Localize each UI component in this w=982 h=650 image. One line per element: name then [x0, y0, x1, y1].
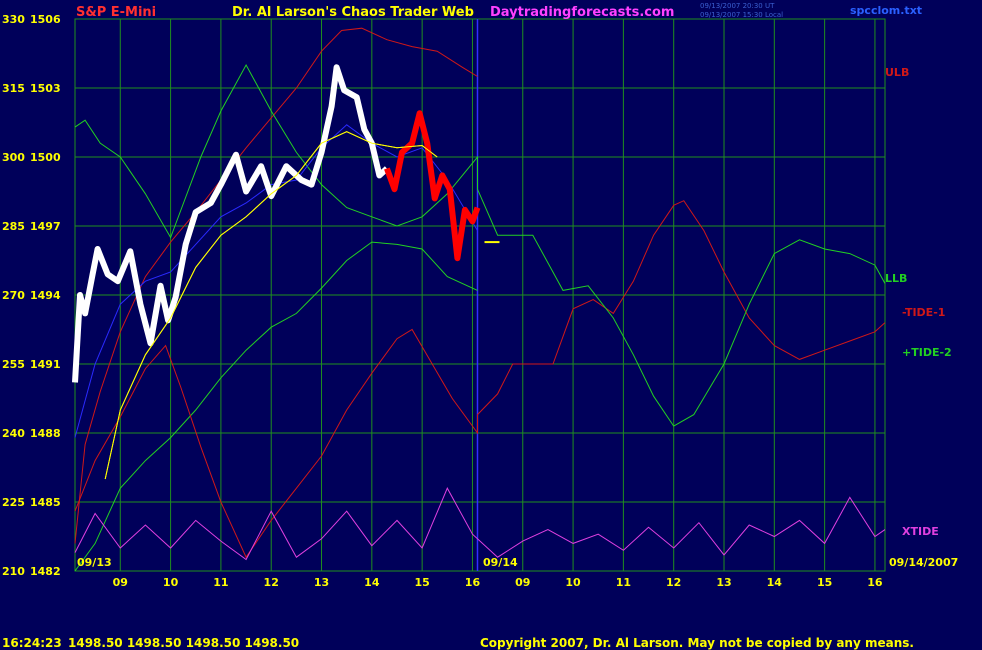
x-tick: 12: [666, 576, 681, 589]
symbol-title: S&P E-Mini: [76, 5, 157, 20]
y-tick-right: 1491: [30, 358, 61, 371]
copyright: Copyright 2007, Dr. Al Larson. May not b…: [480, 636, 914, 650]
y-tick-left: 285: [2, 220, 25, 233]
quote-time: 16:24:23: [2, 636, 62, 650]
y-tick-left: 330: [2, 13, 25, 26]
x-tick: 10: [163, 576, 179, 589]
grid: [74, 18, 886, 572]
series-label-tide2: +TIDE-2: [902, 346, 952, 359]
y-tick-left: 315: [2, 82, 25, 95]
series-line-3: [74, 63, 886, 427]
quote-values: 1498.50 1498.50 1498.50 1498.50: [68, 636, 300, 650]
price-bars: [72, 64, 500, 480]
x-tick: 11: [213, 576, 228, 589]
series-layer: [74, 27, 886, 572]
y-tick-right: 1503: [30, 82, 61, 95]
y-tick-right: 1482: [30, 565, 61, 578]
y-tick-left: 270: [2, 289, 25, 302]
y-tick-right: 1506: [30, 13, 61, 26]
site-link[interactable]: Daytradingforecasts.com: [490, 5, 674, 20]
x-tick: 16: [867, 576, 883, 589]
x-tick: 12: [264, 576, 279, 589]
y-tick-left: 210: [2, 565, 25, 578]
price-line-red: [384, 110, 481, 262]
series-label-tide1: -TIDE-1: [902, 306, 945, 319]
x-tick: 09: [515, 576, 530, 589]
series-line-4: [74, 487, 886, 561]
series-label-ulb: ULB: [885, 66, 909, 79]
y-tick-right: 1488: [30, 427, 61, 440]
x-tick: 15: [414, 576, 429, 589]
x-tick: 16: [465, 576, 481, 589]
date-label-start: 09/13: [77, 556, 112, 569]
x-tick: 13: [716, 576, 731, 589]
y-tick-left: 225: [2, 496, 25, 509]
date-label-end: 09/14/2007: [889, 556, 958, 569]
data-file-name: spcclom.txt: [850, 4, 923, 17]
x-tick: 13: [314, 576, 329, 589]
x-tick: 09: [113, 576, 128, 589]
y-tick-left: 240: [2, 427, 25, 440]
x-tick: 15: [817, 576, 832, 589]
y-tick-right: 1485: [30, 496, 61, 509]
y-tick-right: 1500: [30, 151, 61, 164]
timestamp-local: 09/13/2007 15:30 Local: [700, 11, 784, 19]
y-tick-left: 255: [2, 358, 25, 371]
x-tick: 10: [565, 576, 581, 589]
x-tick: 14: [364, 576, 380, 589]
x-tick: 11: [616, 576, 631, 589]
series-label-xtide: XTIDE: [902, 525, 939, 538]
series-line-2: [74, 200, 886, 559]
chart: 330 1506 315 1503 300 1500 285 1497 270 1494 255 14…: [2, 13, 958, 589]
y-tick-left: 300: [2, 151, 25, 164]
chart-title: Dr. Al Larson's Chaos Trader Web: [232, 5, 474, 20]
y-tick-right: 1494: [30, 289, 61, 302]
date-label-mid: 09/14: [483, 556, 518, 569]
timestamp-ut: 09/13/2007 20:30 UT: [700, 2, 775, 10]
x-tick: 14: [767, 576, 783, 589]
series-label-llb: LLB: [885, 272, 907, 285]
y-tick-right: 1497: [30, 220, 61, 233]
price-line-white: [72, 64, 389, 383]
